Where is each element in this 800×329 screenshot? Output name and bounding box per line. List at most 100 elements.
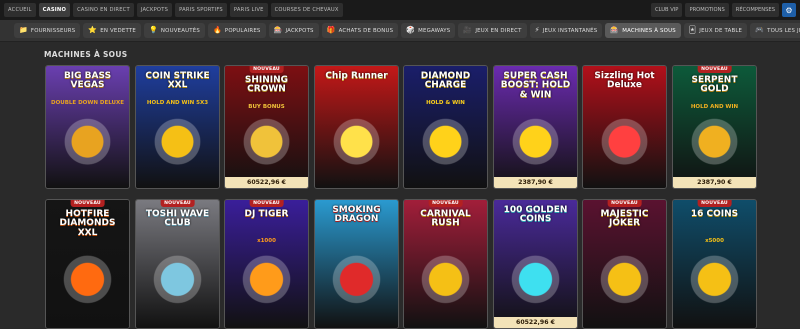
game-tile-coin-strike-xxl[interactable]: COIN STRIKE XXL HOLD AND WIN 5X3: [135, 65, 220, 189]
game-subtitle: x1000: [257, 238, 276, 244]
game-title: Chip Runner: [325, 71, 388, 81]
top-nav-casino[interactable]: CASINO: [38, 3, 71, 17]
jackpot-amount: 60522,96 €: [225, 177, 308, 188]
category-machines-a-sous[interactable]: 🎰 MACHINES À SOUS: [605, 23, 681, 38]
category-jeux-en-direct[interactable]: 🎥 JEUX EN DIRECT: [458, 23, 527, 38]
game-tile-toshi-wave-club[interactable]: NOUVEAU TOSHI WAVE CLUB: [135, 199, 220, 329]
category-label: TOUS LES JEUX: [767, 27, 800, 34]
category-icon: 🎥: [463, 26, 473, 34]
category-megaways[interactable]: 🎲 MEGAWAYS: [401, 23, 456, 38]
category-label: JACKPOTS: [285, 27, 314, 34]
category-label: EN VEDETTE: [100, 27, 136, 34]
game-tile-super-cash-boost-hold-win[interactable]: SUPER CASH BOOST: HOLD & WIN 2387,90 €: [493, 65, 578, 189]
category-label: MEGAWAYS: [418, 27, 451, 34]
category-label: JEUX DE TABLE: [699, 27, 743, 34]
top-nav-accueil[interactable]: ACCUEIL: [4, 3, 36, 17]
category-icon: 🎰: [273, 26, 283, 34]
game-title: DIAMOND CHARGE: [420, 71, 471, 91]
top-bar: ACCUEIL CASINO CASINO EN DIRECT JACKPOTS PAR…: [0, 0, 800, 20]
new-badge: NOUVEAU: [697, 200, 732, 207]
category-label: MACHINES À SOUS: [622, 27, 676, 34]
new-badge: NOUVEAU: [70, 200, 105, 207]
top-nav-courses-de-chevaux[interactable]: COURSES DE CHEVAUX: [270, 3, 343, 17]
category-jeux-instantanes[interactable]: ⚡ JEUX INSTANTANÉS: [529, 23, 603, 38]
category-icon: 🎮: [755, 26, 765, 34]
category-icon: 🔥: [212, 26, 222, 34]
game-subtitle: BUY BONUS: [248, 104, 285, 110]
category-label: FOURNISSEURS: [30, 27, 76, 34]
top-nav-casino-en-direct[interactable]: CASINO EN DIRECT: [73, 3, 134, 17]
category-populaires[interactable]: 🔥 POPULAIRES: [207, 23, 266, 38]
jackpot-amount: 60522,96 €: [494, 317, 577, 328]
category-icon: 🃏: [688, 26, 697, 34]
new-badge: NOUVEAU: [697, 66, 732, 73]
category-label: JEUX EN DIRECT: [475, 27, 522, 34]
new-badge: NOUVEAU: [607, 200, 642, 207]
category-icon: 💡: [148, 26, 158, 34]
game-title: SUPER CASH BOOST: HOLD & WIN: [500, 71, 571, 100]
top-nav: ACCUEIL CASINO CASINO EN DIRECT JACKPOTS PAR…: [4, 3, 343, 17]
new-badge: NOUVEAU: [428, 200, 463, 207]
game-subtitle: HOLD AND WIN: [690, 104, 739, 110]
game-title: SMOKING DRAGON: [332, 205, 381, 225]
game-subtitle: x5000: [705, 238, 724, 244]
game-tile-100-golden-coins[interactable]: 100 GOLDEN COINS 60522,96 €: [493, 199, 578, 329]
game-tile-serpent-gold[interactable]: NOUVEAU SERPENT GOLD HOLD AND WIN 2387,90 €: [672, 65, 757, 189]
game-tile-hotfire-diamonds-xxl[interactable]: NOUVEAU HOTFIRE DIAMONDS XXL: [45, 199, 130, 329]
category-tous-les-jeux[interactable]: 🎮TOUS LES JEUX: [750, 23, 800, 38]
top-nav-paris-live[interactable]: PARIS LIVE: [229, 3, 268, 17]
game-subtitle: HOLD AND WIN 5X3: [146, 100, 209, 106]
new-badge: NOUVEAU: [249, 200, 284, 207]
top-nav-right: CLUB VIP PROMOTIONS RÉCOMPENSES ⚙: [650, 3, 796, 17]
category-nouveautes[interactable]: 💡 NOUVEAUTÉS: [143, 23, 205, 38]
category-icon: 🎁: [326, 26, 336, 34]
top-nav-paris-sportifs[interactable]: PARIS SPORTIFS: [175, 3, 227, 17]
top-nav-recompenses[interactable]: RÉCOMPENSES: [731, 3, 779, 17]
category-en-vedette[interactable]: ⭐ EN VEDETTE: [83, 23, 141, 38]
new-badge: NOUVEAU: [249, 66, 284, 73]
game-tile-sizzling-hot-deluxe[interactable]: Sizzling Hot Deluxe: [582, 65, 667, 189]
jackpot-amount: 2387,90 €: [673, 177, 756, 188]
game-title: SHINING CROWN: [244, 75, 289, 95]
new-badge: NOUVEAU: [160, 200, 195, 207]
game-tile-smoking-dragon[interactable]: SMOKING DRAGON: [314, 199, 399, 329]
top-nav-club-vip[interactable]: CLUB VIP: [650, 3, 683, 17]
game-artwork: [315, 66, 398, 188]
game-title: TOSHI WAVE CLUB: [145, 209, 210, 229]
game-title: BIG BASS VEGAS: [63, 71, 112, 91]
top-nav-promotions[interactable]: PROMOTIONS: [685, 3, 729, 17]
category-icon: 🎲: [406, 26, 416, 34]
category-bar: 📁 FOURNISSEURS ⭐ EN VEDETTE 💡 NOUVEAUTÉS 🔥 POPU…: [0, 20, 800, 42]
game-subtitle: HOLD & WIN: [426, 100, 465, 106]
category-label: ACHATS DE BONUS: [338, 27, 394, 34]
game-title: CARNIVAL RUSH: [420, 209, 471, 229]
top-nav-jackpots[interactable]: JACKPOTS: [136, 3, 173, 17]
category-achats-de-bonus[interactable]: 🎁 ACHATS DE BONUS: [321, 23, 399, 38]
category-label: NOUVEAUTÉS: [160, 27, 200, 34]
game-title: SERPENT GOLD: [691, 75, 738, 95]
gear-icon[interactable]: ⚙: [782, 3, 796, 17]
game-title: COIN STRIKE XXL: [145, 71, 210, 91]
category-fournisseurs[interactable]: 📁 FOURNISSEURS: [14, 23, 81, 38]
game-tile-dj-tiger[interactable]: NOUVEAU DJ TIGER x1000: [224, 199, 309, 329]
game-tile-diamond-charge[interactable]: DIAMOND CHARGE HOLD & WIN: [403, 65, 488, 189]
game-title: 16 COINS: [690, 209, 739, 219]
category-icon: 📁: [19, 26, 28, 34]
section-title: MACHINES À SOUS: [44, 50, 128, 59]
game-title: MAJESTIC JOKER: [600, 209, 649, 229]
game-subtitle: DOUBLE DOWN DELUXE: [51, 100, 124, 106]
category-jeux-de-table[interactable]: 🃏 JEUX DE TABLE: [683, 23, 748, 38]
game-title: 100 GOLDEN COINS: [503, 205, 568, 225]
category-jackpots[interactable]: 🎰 JACKPOTS: [268, 23, 319, 38]
category-label: POPULAIRES: [224, 27, 261, 34]
category-icon: 🎰: [610, 26, 620, 34]
game-tile-shining-crown[interactable]: NOUVEAU SHINING CROWN BUY BONUS 60522,96 €: [224, 65, 309, 189]
category-label: JEUX INSTANTANÉS: [542, 27, 598, 34]
game-tile-carnival-rush[interactable]: NOUVEAU CARNIVAL RUSH: [403, 199, 488, 329]
game-tile-majestic-joker[interactable]: NOUVEAU MAJESTIC JOKER: [582, 199, 667, 329]
jackpot-amount: 2387,90 €: [494, 177, 577, 188]
game-tile-16-coins[interactable]: NOUVEAU 16 COINS x5000: [672, 199, 757, 329]
game-tile-big-bass-vegas[interactable]: BIG BASS VEGAS DOUBLE DOWN DELUXE: [45, 65, 130, 189]
game-tile-chip-runner[interactable]: Chip Runner: [314, 65, 399, 189]
category-icon: ⚡: [534, 26, 540, 34]
